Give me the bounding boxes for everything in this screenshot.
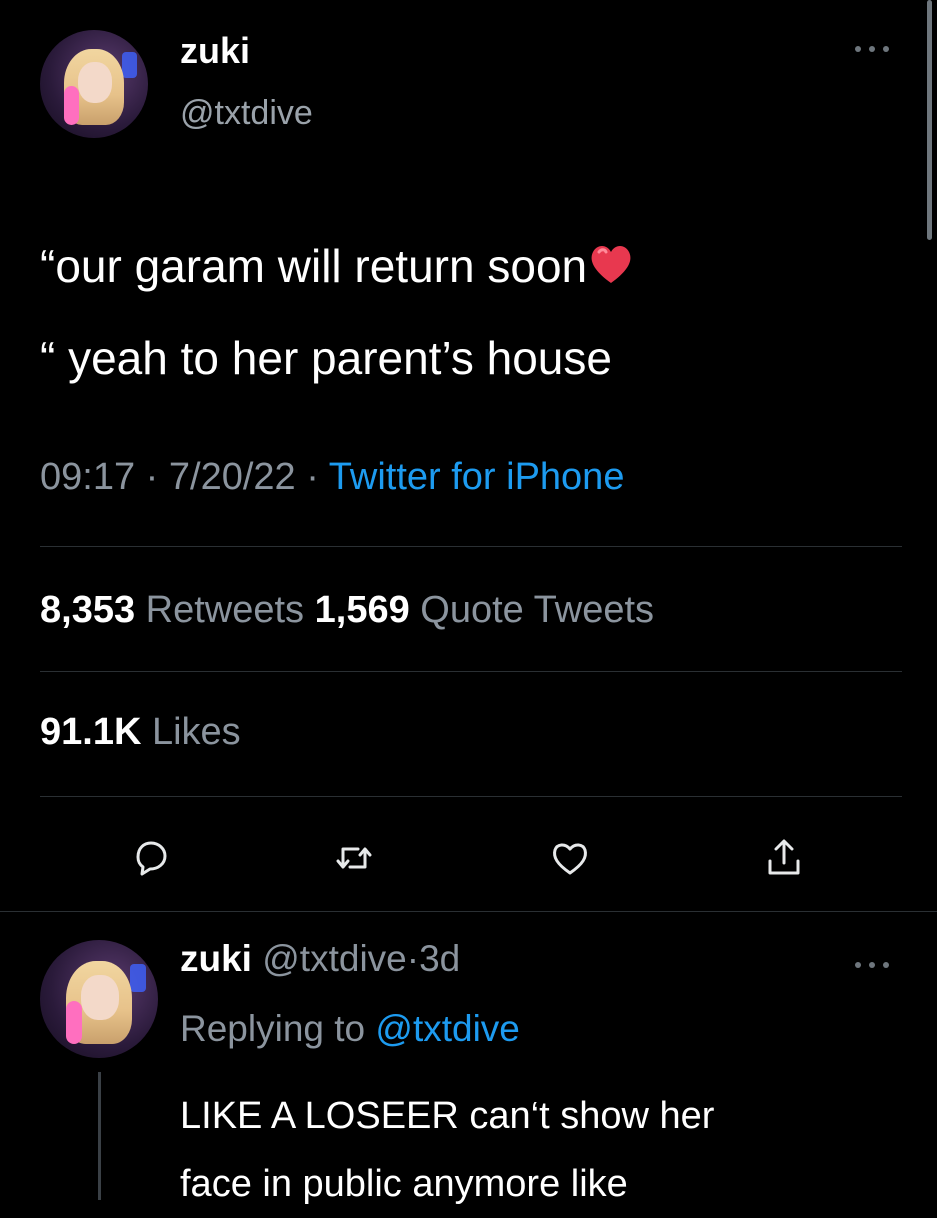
reply-author-name[interactable]: zuki <box>180 938 252 979</box>
avatar-phone <box>63 86 79 126</box>
reply-text-line-2: face in public anymore like <box>180 1163 628 1205</box>
reply-header: zuki @txtdive·3d <box>180 938 460 980</box>
tweet-meta: 09:17 · 7/20/22 · Twitter for iPhone <box>40 456 624 499</box>
heart-icon <box>553 843 587 875</box>
likes-label: Likes <box>151 711 241 753</box>
avatar-accent <box>122 51 138 78</box>
divider <box>0 911 937 912</box>
retweet-button[interactable] <box>332 836 376 880</box>
tweet-text-line-1: “our garam will return soon <box>40 220 900 312</box>
tweet-time[interactable]: 09:17 <box>40 456 135 498</box>
tweet-source-link[interactable]: Twitter for iPhone <box>329 456 625 498</box>
avatar-face <box>81 975 120 1021</box>
thread-line <box>98 1072 101 1200</box>
divider <box>40 796 902 797</box>
red-heart-emoji-icon <box>591 246 631 283</box>
likes-count: 91.1K <box>40 711 142 753</box>
reply-button[interactable] <box>128 836 172 880</box>
tweet-text-line-1-content: “our garam will return soon <box>40 240 588 292</box>
tweet-date[interactable]: 7/20/22 <box>169 456 296 498</box>
reply-author-handle[interactable]: @txtdive <box>262 938 407 979</box>
avatar-accent <box>129 963 147 992</box>
share-icon <box>768 839 800 875</box>
reply-age[interactable]: 3d <box>419 938 460 979</box>
replying-to: Replying to @txtdive <box>180 1008 520 1050</box>
retweets-stat[interactable]: 8,353 Retweets <box>40 589 304 631</box>
replying-mention-link[interactable]: @txtdive <box>375 1008 520 1049</box>
quotes-label: Quote Tweets <box>420 589 655 631</box>
reply-more-options-icon[interactable] <box>855 960 889 970</box>
divider <box>40 671 902 672</box>
tweet-text-line-2: “ yeah to her parent’s house <box>40 332 612 384</box>
divider <box>40 546 902 547</box>
like-button[interactable] <box>548 836 592 880</box>
likes-stat[interactable]: 91.1K Likes <box>40 711 241 754</box>
author-name[interactable]: zuki <box>180 30 250 72</box>
quotes-stat[interactable]: 1,569 Quote Tweets <box>315 589 654 631</box>
avatar-face <box>77 62 113 104</box>
tweet-text: “our garam will return soon “ yeah to he… <box>40 220 900 404</box>
author-avatar[interactable] <box>40 30 148 138</box>
reply-text-line-1: LIKE A LOSEER can‘t show her <box>180 1095 715 1137</box>
author-handle[interactable]: @txtdive <box>180 94 313 133</box>
retweets-count: 8,353 <box>40 589 136 631</box>
main-tweet: zuki @txtdive “our garam will return soo… <box>0 0 937 910</box>
share-button[interactable] <box>762 836 806 880</box>
reply-author-avatar[interactable] <box>40 940 158 1058</box>
meta-sep: · <box>306 456 319 498</box>
reply-icon <box>136 841 167 876</box>
avatar-phone <box>65 1001 83 1044</box>
engagement-stats: 8,353 Retweets 1,569 Quote Tweets <box>40 589 654 632</box>
replying-label: Replying to <box>180 1008 366 1049</box>
meta-sep: · <box>145 456 159 498</box>
quotes-count: 1,569 <box>314 589 410 631</box>
retweets-label: Retweets <box>145 589 305 631</box>
retweet-icon <box>336 847 372 869</box>
reply-text: LIKE A LOSEER can‘t show her face in pub… <box>180 1082 920 1218</box>
more-options-icon[interactable] <box>855 44 889 54</box>
reply-sep: · <box>406 938 420 979</box>
